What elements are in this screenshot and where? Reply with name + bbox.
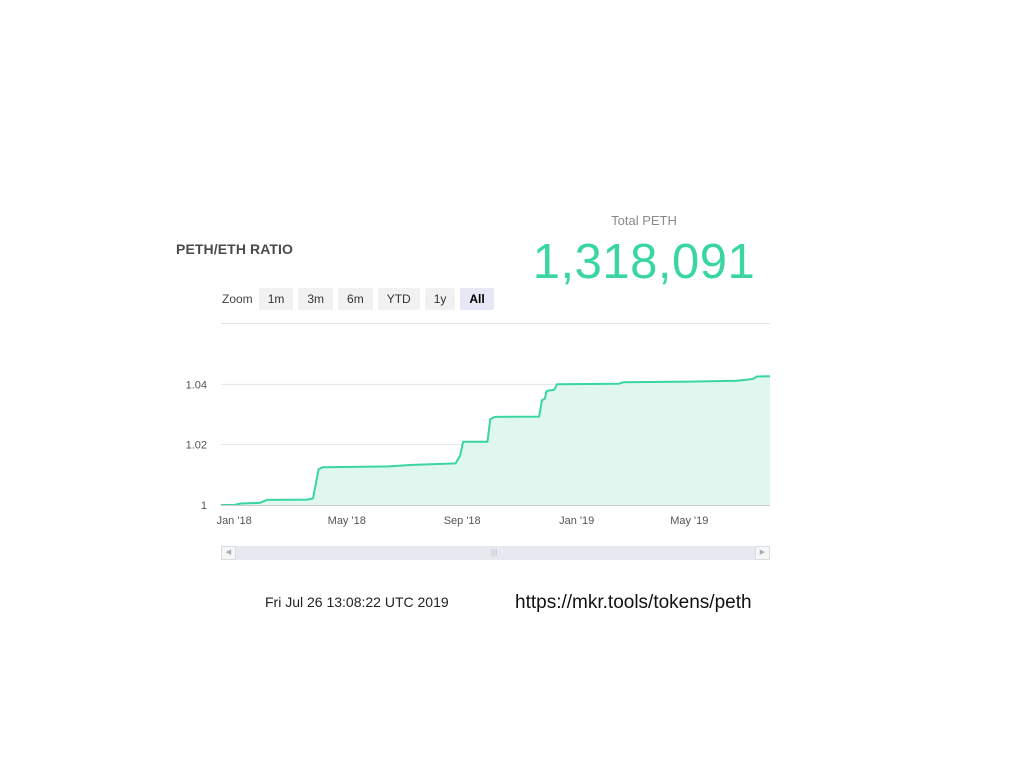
series-area-fill bbox=[221, 376, 770, 505]
x-tick-label: Jan '19 bbox=[559, 515, 594, 527]
source-url-link[interactable]: https://mkr.tools/tokens/peth bbox=[515, 592, 752, 614]
x-tick-label: May '18 bbox=[328, 515, 366, 527]
x-tick-label: Sep '18 bbox=[444, 515, 481, 527]
chart-navigator-scrollbar[interactable]: ◀ ||| ▶ bbox=[221, 546, 770, 560]
y-tick-label: 1.02 bbox=[186, 440, 207, 452]
x-tick-label: Jan '18 bbox=[217, 515, 252, 527]
chevron-left-icon[interactable]: ◀ bbox=[221, 546, 236, 560]
x-tick-label: May '19 bbox=[670, 515, 708, 527]
y-tick-label: 1.04 bbox=[186, 379, 207, 391]
peth-eth-ratio-chart[interactable]: 1 1.02 1.04 Jan '18 May '18 Sep '18 Jan '19 May… bbox=[0, 0, 1024, 768]
snapshot-timestamp: Fri Jul 26 13:08:22 UTC 2019 bbox=[265, 594, 449, 610]
chevron-right-icon[interactable]: ▶ bbox=[755, 546, 770, 560]
y-tick-label: 1 bbox=[201, 500, 207, 512]
navigator-grip-handle[interactable]: ||| bbox=[491, 546, 497, 560]
